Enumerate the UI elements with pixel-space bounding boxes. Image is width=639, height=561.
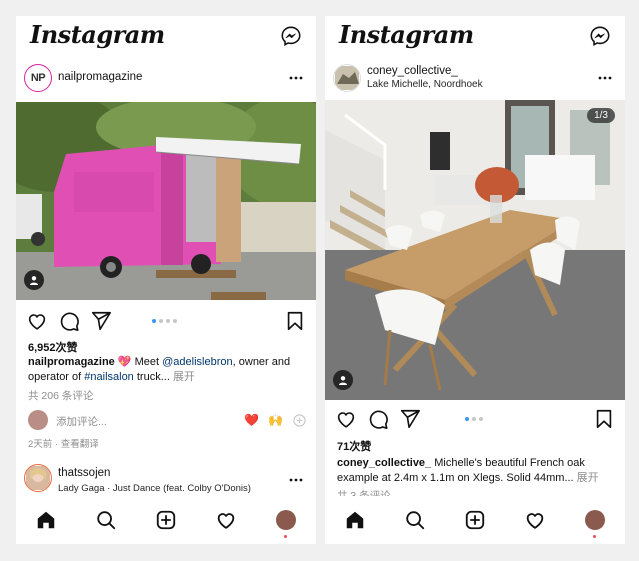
post-caption: coney_collective_ Michelle's beautiful F…: [337, 456, 617, 486]
more-icon[interactable]: [597, 70, 613, 86]
carousel-indicator: [465, 417, 483, 421]
nav-new-post[interactable]: [463, 508, 487, 532]
avatar-photo: [335, 66, 359, 90]
activity-icon: [526, 513, 544, 529]
quick-reaction-heart[interactable]: ❤️: [244, 413, 259, 427]
carousel-dot: [166, 319, 170, 323]
top-bar: Instagram: [325, 16, 625, 56]
avatar-initials: NP: [30, 72, 46, 84]
view-comments-link[interactable]: 共 206 条评论: [28, 388, 93, 403]
avatar[interactable]: [333, 64, 361, 92]
avatar-photo: [26, 466, 50, 490]
profile-avatar: [585, 510, 605, 530]
song-attribution[interactable]: Lady Gaga · Just Dance (feat. Colby O'Do…: [58, 483, 251, 494]
caption-mention[interactable]: @adelislebron: [162, 356, 233, 368]
notification-dot: [284, 535, 287, 538]
post-username[interactable]: thatssojen: [58, 467, 110, 479]
comment-icon[interactable]: [367, 408, 389, 430]
caption-text: Meet: [131, 356, 163, 368]
post-username[interactable]: nailpromagazine: [58, 71, 142, 83]
post-time-translate[interactable]: 2天前 · 查看翻译: [28, 436, 99, 450]
messenger-icon[interactable]: [280, 25, 302, 47]
quick-reaction-hands[interactable]: 🙌: [268, 413, 283, 427]
caption-emoji: 💖: [117, 356, 132, 368]
caption-username[interactable]: coney_collective_: [337, 457, 431, 469]
nav-search[interactable]: [94, 508, 118, 532]
caption-username[interactable]: nailpromagazine: [28, 356, 115, 368]
more-icon[interactable]: [288, 70, 304, 86]
post-photo[interactable]: 1/3: [325, 100, 625, 400]
activity-icon: [217, 513, 235, 529]
comment-icon[interactable]: [58, 310, 80, 332]
carousel-dot: [472, 417, 476, 421]
heart-icon[interactable]: [335, 408, 357, 430]
like-count[interactable]: 71次赞: [337, 438, 371, 454]
caption-hashtag[interactable]: #nailsalon: [84, 371, 134, 383]
carousel-counter: 1/3: [587, 108, 615, 123]
home-icon: [346, 511, 364, 529]
profile-avatar: [276, 510, 296, 530]
nav-home[interactable]: [34, 508, 58, 532]
comment-avatar: [28, 410, 48, 430]
nav-profile[interactable]: [583, 508, 607, 538]
carousel-dot: [465, 417, 469, 421]
left-feed-screen: Instagram NP nailpromagazine 6,952次赞 nai…: [16, 16, 316, 544]
caption-more-link[interactable]: 展开: [173, 371, 195, 383]
post-header: coney_collective_ Lake Michelle, Noordho…: [325, 62, 625, 98]
avatar[interactable]: [24, 464, 52, 492]
nav-search[interactable]: [403, 508, 427, 532]
post-username[interactable]: coney_collective_: [367, 65, 458, 77]
home-icon: [37, 511, 55, 529]
top-bar: Instagram: [16, 16, 316, 56]
user-tag-icon[interactable]: [333, 370, 353, 390]
bottom-nav: [16, 496, 316, 544]
nav-activity[interactable]: [523, 508, 547, 532]
add-comment-input[interactable]: 添加评论...: [56, 414, 107, 429]
new-post-icon: [465, 510, 485, 530]
share-icon[interactable]: [399, 408, 421, 430]
post-header: NP nailpromagazine: [16, 62, 316, 98]
post-caption: nailpromagazine 💖 Meet @adelislebron, ow…: [28, 355, 308, 385]
notification-dot: [593, 535, 596, 538]
caption-text: truck...: [133, 371, 170, 383]
heart-icon[interactable]: [26, 310, 48, 332]
carousel-dot: [173, 319, 177, 323]
avatar[interactable]: NP: [24, 64, 52, 92]
instagram-logo[interactable]: Instagram: [339, 20, 474, 49]
more-icon[interactable]: [288, 472, 304, 488]
instagram-logo[interactable]: Instagram: [30, 20, 165, 49]
carousel-indicator: [152, 319, 177, 323]
search-icon: [406, 511, 425, 530]
like-count[interactable]: 6,952次赞: [28, 339, 78, 355]
carousel-dot: [152, 319, 156, 323]
right-feed-screen: Instagram coney_collective_ Lake Michell…: [325, 16, 625, 544]
carousel-dot: [479, 417, 483, 421]
add-icon[interactable]: [293, 414, 306, 427]
next-post-header: thatssojen Lady Gaga · Just Dance (feat.…: [16, 462, 316, 498]
bookmark-icon[interactable]: [593, 408, 615, 430]
carousel-dot: [159, 319, 163, 323]
share-icon[interactable]: [90, 310, 112, 332]
search-icon: [97, 511, 116, 530]
nav-home[interactable]: [343, 508, 367, 532]
new-post-icon: [156, 510, 176, 530]
bottom-nav: [325, 496, 625, 544]
food-truck-photo: [16, 102, 316, 300]
nav-new-post[interactable]: [154, 508, 178, 532]
nav-activity[interactable]: [214, 508, 238, 532]
post-location[interactable]: Lake Michelle, Noordhoek: [367, 79, 483, 90]
user-tag-icon[interactable]: [24, 270, 44, 290]
caption-more-link[interactable]: 展开: [577, 472, 599, 484]
nav-profile[interactable]: [274, 508, 298, 538]
dining-room-photo: [325, 100, 625, 400]
messenger-icon[interactable]: [589, 25, 611, 47]
bookmark-icon[interactable]: [284, 310, 306, 332]
post-photo[interactable]: [16, 102, 316, 300]
